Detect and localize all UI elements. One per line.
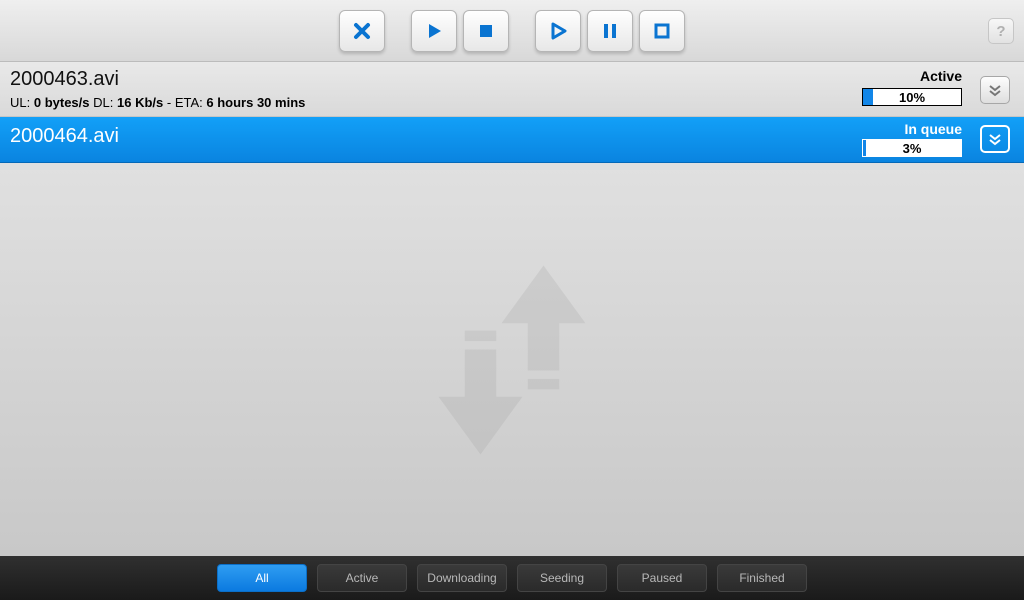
- filter-active[interactable]: Active: [317, 564, 407, 592]
- filter-downloading[interactable]: Downloading: [417, 564, 507, 592]
- stop-all-button[interactable]: [639, 10, 685, 52]
- start-button[interactable]: [411, 10, 457, 52]
- torrent-row[interactable]: 2000463.avi UL: 0 bytes/s DL: 16 Kb/s - …: [0, 62, 1024, 117]
- filter-all[interactable]: All: [217, 564, 307, 592]
- start-all-button[interactable]: [535, 10, 581, 52]
- help-button[interactable]: ?: [988, 18, 1014, 44]
- torrent-status: Active: [920, 68, 962, 84]
- play-icon: [424, 21, 444, 41]
- torrent-progress: 3%: [862, 139, 962, 157]
- play-outline-icon: [548, 21, 568, 41]
- pause-all-button[interactable]: [587, 10, 633, 52]
- stop-outline-icon: [653, 22, 671, 40]
- torrent-progress: 10%: [862, 88, 962, 106]
- x-icon: [352, 21, 372, 41]
- content-background: [0, 163, 1024, 556]
- filter-seeding[interactable]: Seeding: [517, 564, 607, 592]
- pause-icon: [601, 22, 619, 40]
- transfer-icon: [407, 255, 617, 465]
- chevron-double-down-icon: [987, 131, 1003, 147]
- torrent-list: 2000463.avi UL: 0 bytes/s DL: 16 Kb/s - …: [0, 62, 1024, 163]
- torrent-row[interactable]: 2000464.avi In queue 3%: [0, 117, 1024, 163]
- stop-icon: [477, 22, 495, 40]
- expand-button[interactable]: [980, 76, 1010, 104]
- stop-button[interactable]: [463, 10, 509, 52]
- filter-paused[interactable]: Paused: [617, 564, 707, 592]
- filter-bar: All Active Downloading Seeding Paused Fi…: [0, 556, 1024, 600]
- torrent-status: In queue: [904, 121, 962, 137]
- chevron-double-down-icon: [987, 82, 1003, 98]
- remove-button[interactable]: [339, 10, 385, 52]
- toolbar: ?: [0, 0, 1024, 62]
- filter-finished[interactable]: Finished: [717, 564, 807, 592]
- expand-button[interactable]: [980, 125, 1010, 153]
